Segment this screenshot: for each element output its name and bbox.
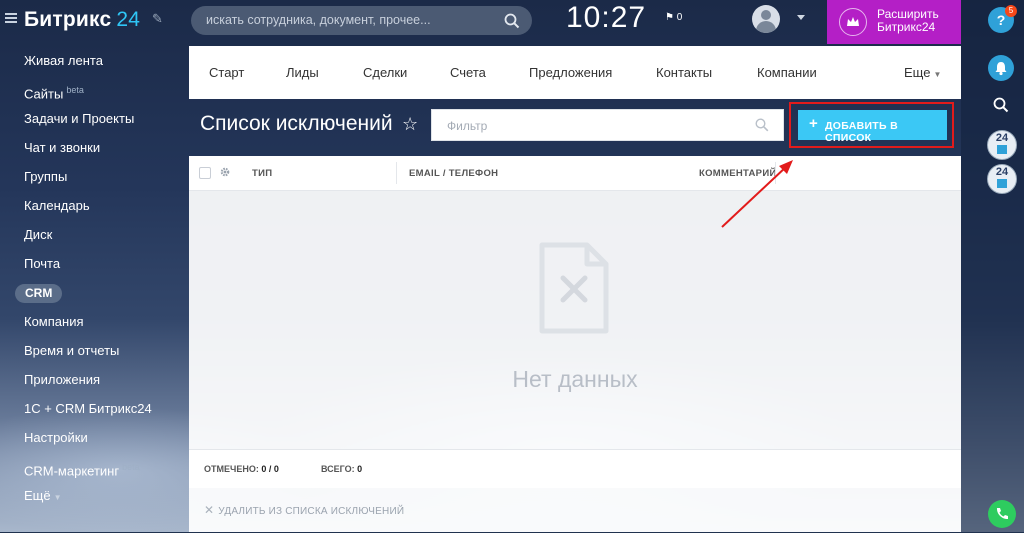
clock[interactable]: 10:27 bbox=[566, 1, 646, 35]
flag-icon: ⚑ bbox=[665, 12, 674, 23]
brand-bar: Битрикс 24 ✎ bbox=[0, 0, 188, 38]
pencil-icon[interactable]: ✎ bbox=[152, 11, 163, 27]
sidebar-item-disk[interactable]: Диск bbox=[0, 222, 188, 251]
close-icon: ✕ bbox=[204, 503, 215, 517]
star-icon[interactable]: ☆ bbox=[402, 114, 418, 135]
bell-icon bbox=[995, 62, 1007, 76]
tab-start[interactable]: Старт bbox=[209, 65, 244, 80]
sidebar-item-groups[interactable]: Группы bbox=[0, 164, 188, 193]
column-header-comment[interactable]: КОММЕНТАРИЙ bbox=[699, 168, 777, 179]
column-header-email-phone[interactable]: EMAIL / ТЕЛЕФОН bbox=[409, 168, 498, 179]
logo[interactable]: Битрикс 24 bbox=[24, 8, 140, 32]
page-title: Список исключений bbox=[200, 112, 393, 135]
upgrade-button[interactable]: Расширить Битрикс24 bbox=[827, 0, 961, 44]
tab-quotes[interactable]: Предложения bbox=[529, 65, 612, 80]
flag-counter[interactable]: ⚑ 0 bbox=[665, 12, 682, 23]
left-sidebar: Битрикс 24 ✎ Живая лента Сайты beta Задачи… bbox=[0, 0, 188, 532]
sidebar-item-sites[interactable]: Сайты beta bbox=[0, 77, 188, 106]
filter-input[interactable]: Фильтр bbox=[431, 109, 784, 141]
grid-action-panel: ✕ УДАЛИТЬ ИЗ СПИСКА ИСКЛЮЧЕНИЙ bbox=[189, 488, 961, 532]
calendar-app-icon[interactable]: 24 bbox=[987, 130, 1017, 160]
tab-companies[interactable]: Компании bbox=[757, 65, 817, 80]
crm-tabs: Старт Лиды Сделки Счета Предложения Конт… bbox=[189, 46, 961, 99]
sidebar-item-tasks[interactable]: Задачи и Проекты bbox=[0, 106, 188, 135]
sidebar-item-crm[interactable]: CRM bbox=[0, 280, 188, 309]
search-icon[interactable] bbox=[992, 96, 1010, 114]
column-header-type[interactable]: ТИП bbox=[252, 168, 272, 179]
chevron-down-icon: ▼ bbox=[53, 493, 62, 502]
plus-icon: + bbox=[809, 115, 818, 132]
sidebar-item-settings[interactable]: Настройки bbox=[0, 425, 188, 454]
grid-header: ТИП EMAIL / ТЕЛЕФОН КОММЕНТАРИЙ bbox=[189, 156, 961, 191]
sidebar-item-apps[interactable]: Приложения bbox=[0, 367, 188, 396]
chevron-down-icon[interactable] bbox=[797, 15, 805, 20]
search-icon[interactable] bbox=[504, 13, 520, 29]
phone-button[interactable] bbox=[988, 500, 1016, 528]
column-divider[interactable] bbox=[775, 162, 776, 184]
select-all-checkbox[interactable] bbox=[199, 167, 211, 179]
add-to-list-button[interactable]: + ДОБАВИТЬ В СПИСОК bbox=[798, 110, 947, 144]
delete-from-list-button[interactable]: ✕ УДАЛИТЬ ИЗ СПИСКА ИСКЛЮЧЕНИЙ bbox=[204, 503, 404, 517]
phone-icon bbox=[996, 508, 1008, 520]
sidebar-item-company[interactable]: Компания bbox=[0, 309, 188, 338]
sidebar-item-calendar[interactable]: Календарь bbox=[0, 193, 188, 222]
exclusions-grid: ТИП EMAIL / ТЕЛЕФОН КОММЕНТАРИЙ Нет данн… bbox=[189, 156, 961, 532]
selected-counter: ОТМЕЧЕНО: 0 / 0 bbox=[204, 464, 279, 474]
sidebar-item-chat[interactable]: Чат и звонки bbox=[0, 135, 188, 164]
sidebar-item-1c-crm[interactable]: 1С + CRM Битрикс24 bbox=[0, 396, 188, 425]
sidebar-nav: Живая лента Сайты beta Задачи и Проекты Ч… bbox=[0, 48, 188, 512]
search-icon[interactable] bbox=[755, 118, 769, 132]
tab-contacts[interactable]: Контакты bbox=[656, 65, 712, 80]
empty-state-text: Нет данных bbox=[512, 366, 638, 392]
chevron-down-icon: ▼ bbox=[933, 70, 942, 79]
notification-badge: 5 bbox=[1005, 5, 1017, 17]
notifications-button[interactable] bbox=[988, 55, 1014, 81]
tab-more[interactable]: Еще ▼ bbox=[904, 65, 941, 80]
sidebar-item-live-feed[interactable]: Живая лента bbox=[0, 48, 188, 77]
calendar-app-icon[interactable]: 24 bbox=[987, 164, 1017, 194]
hamburger-menu-icon[interactable] bbox=[5, 13, 17, 23]
grid-footer: ОТМЕЧЕНО: 0 / 0 ВСЕГО: 0 bbox=[189, 449, 961, 488]
sidebar-item-more[interactable]: Ещё ▼ bbox=[0, 483, 188, 512]
beta-badge: beta bbox=[66, 85, 84, 95]
tab-deals[interactable]: Сделки bbox=[363, 65, 407, 80]
column-divider[interactable] bbox=[396, 162, 397, 184]
avatar[interactable] bbox=[752, 5, 780, 33]
tab-invoices[interactable]: Счета bbox=[450, 65, 486, 80]
empty-document-icon bbox=[539, 242, 609, 334]
beta-badge: beta bbox=[122, 462, 140, 472]
total-counter: ВСЕГО: 0 bbox=[321, 464, 363, 474]
tab-leads[interactable]: Лиды bbox=[286, 65, 319, 80]
global-search-input[interactable]: искать сотрудника, документ, прочее... bbox=[191, 6, 532, 35]
sidebar-item-crm-marketing[interactable]: CRM-маркетинг beta bbox=[0, 454, 188, 483]
sidebar-item-mail[interactable]: Почта bbox=[0, 251, 188, 280]
sidebar-item-time-reports[interactable]: Время и отчеты bbox=[0, 338, 188, 367]
gear-icon[interactable] bbox=[219, 166, 231, 178]
crown-icon bbox=[839, 8, 867, 36]
